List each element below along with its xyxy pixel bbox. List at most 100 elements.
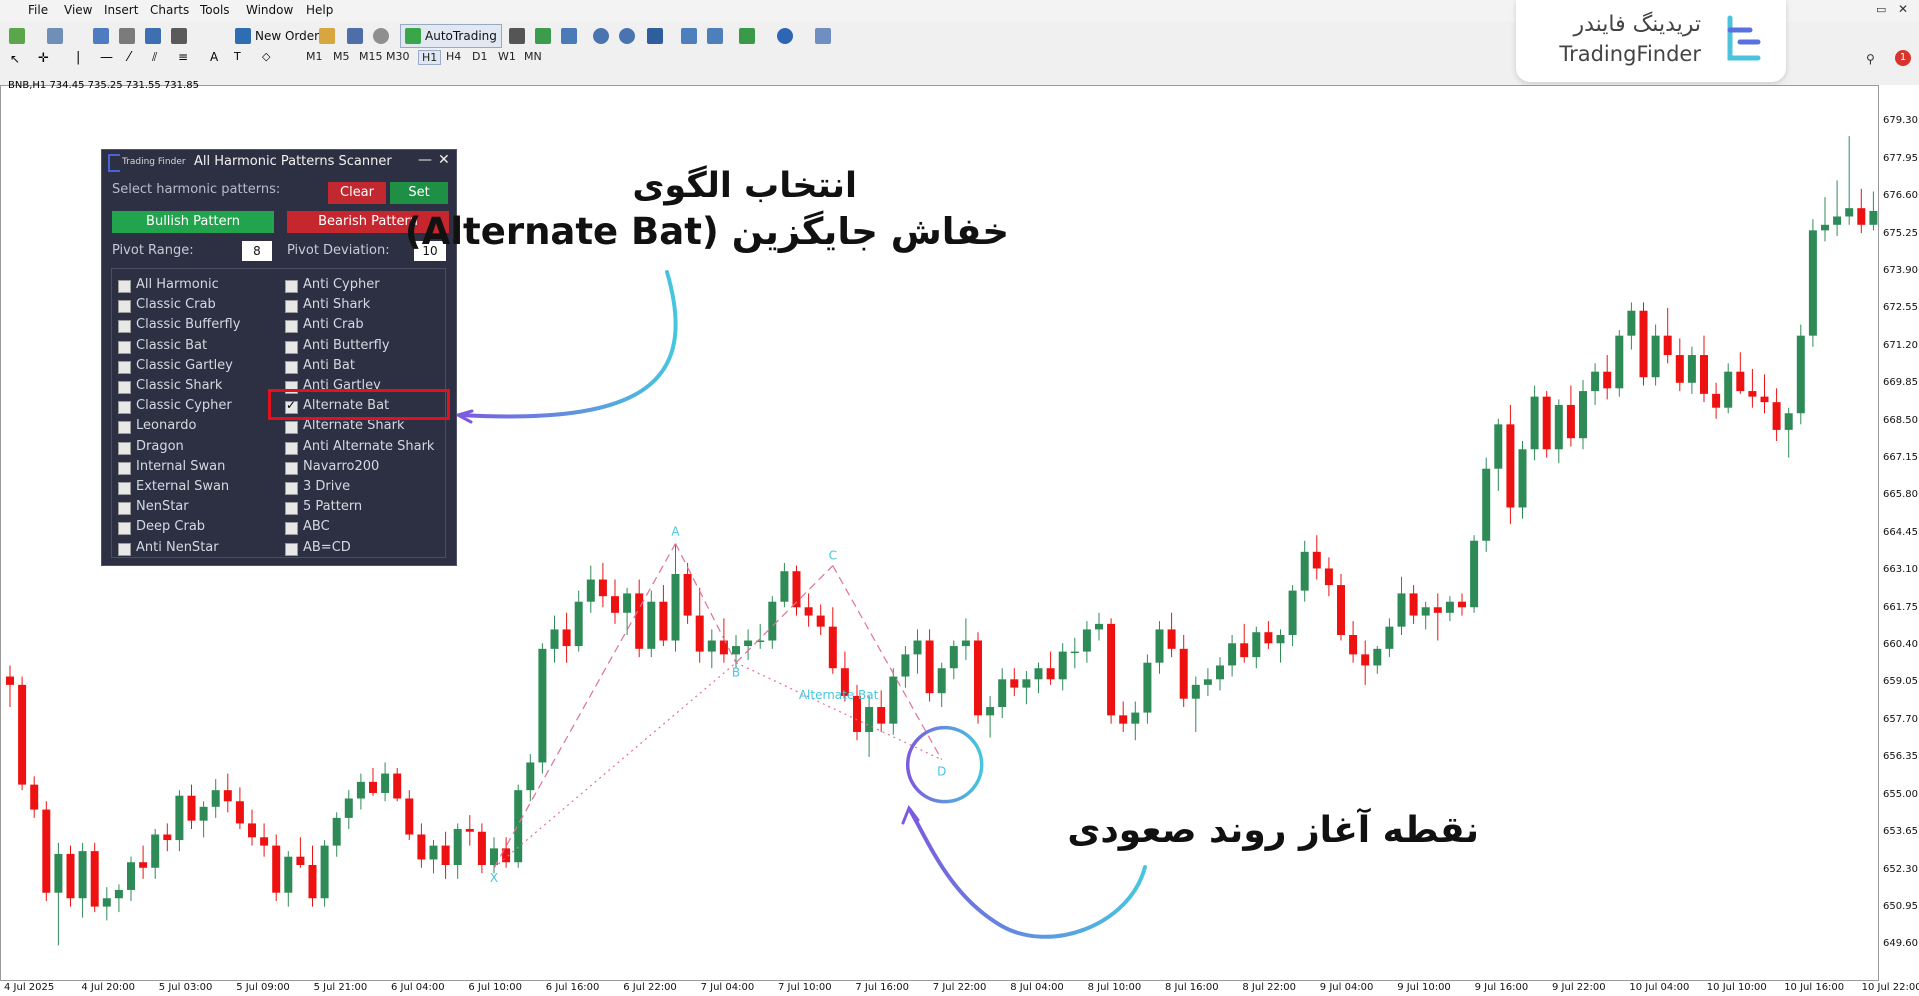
vertical-line-icon[interactable]: | xyxy=(76,50,80,65)
pattern-option[interactable]: Anti Butterfly xyxy=(303,338,390,353)
pattern-checkbox[interactable] xyxy=(285,461,298,475)
fibonacci-icon[interactable]: ≡ xyxy=(178,50,188,64)
pattern-checkbox[interactable] xyxy=(118,441,131,455)
search-icon[interactable]: ⚲ xyxy=(1866,52,1875,66)
chart-shift-button[interactable] xyxy=(680,24,698,48)
menu-help[interactable]: Help xyxy=(306,3,333,17)
pattern-checkbox[interactable] xyxy=(285,482,298,495)
menu-tools[interactable]: Tools xyxy=(200,3,230,17)
pattern-checkbox[interactable] xyxy=(118,401,131,415)
pattern-option[interactable]: Anti Crab xyxy=(303,317,364,332)
pattern-option[interactable]: Classic Shark xyxy=(136,378,222,393)
pattern-checkbox[interactable] xyxy=(118,482,131,495)
pattern-option[interactable]: 3 Drive xyxy=(303,479,350,494)
strategy-tester-button[interactable] xyxy=(318,24,336,48)
pattern-option[interactable]: Anti Shark xyxy=(303,297,370,312)
clear-button[interactable]: Clear xyxy=(328,182,386,204)
new-order-button[interactable]: New Order xyxy=(234,24,320,48)
pattern-checkbox[interactable] xyxy=(285,360,298,374)
pattern-checkbox[interactable] xyxy=(118,320,131,334)
pattern-checkbox[interactable] xyxy=(118,522,131,536)
window-close-icon[interactable]: ✕ xyxy=(1898,2,1908,16)
pattern-checkbox[interactable] xyxy=(285,502,298,516)
text-tool-icon[interactable]: A xyxy=(210,50,218,64)
candlestick-button[interactable] xyxy=(534,24,552,48)
autoscroll-button[interactable] xyxy=(706,24,724,48)
pattern-option[interactable]: Classic Cypher xyxy=(136,398,232,413)
signals-button[interactable] xyxy=(346,24,364,48)
pattern-checkbox[interactable] xyxy=(118,381,131,394)
pattern-checkbox[interactable] xyxy=(285,280,298,293)
pattern-option[interactable]: ABC xyxy=(303,519,330,534)
pattern-option[interactable]: Dragon xyxy=(136,439,184,454)
menu-view[interactable]: View xyxy=(64,3,92,17)
pattern-checkbox[interactable] xyxy=(285,421,298,435)
pattern-option[interactable]: Classic Bat xyxy=(136,338,207,353)
horizontal-line-icon[interactable]: — xyxy=(100,50,113,65)
zoom-in-button[interactable] xyxy=(592,24,610,48)
window-restore-icon[interactable]: ▭ xyxy=(1876,3,1886,16)
crosshair-icon[interactable]: ✛ xyxy=(38,51,49,66)
notification-badge-icon[interactable]: 1 xyxy=(1895,50,1911,66)
pattern-checkbox[interactable] xyxy=(285,441,298,455)
terminal-button[interactable] xyxy=(170,24,188,48)
timeframe-m30[interactable]: M30 xyxy=(386,50,410,63)
pattern-option[interactable]: Internal Swan xyxy=(136,459,225,474)
pattern-checkbox[interactable] xyxy=(118,461,131,475)
pattern-option[interactable]: Classic Bufferfly xyxy=(136,317,240,332)
line-chart-button[interactable] xyxy=(560,24,578,48)
pattern-option[interactable]: Anti NenStar xyxy=(136,540,219,555)
label-tool-icon[interactable]: T xyxy=(234,50,241,63)
pattern-checkbox[interactable] xyxy=(118,300,131,314)
pattern-checkbox[interactable] xyxy=(118,421,131,435)
pattern-checkbox[interactable] xyxy=(118,542,131,556)
pattern-option[interactable]: Alternate Shark xyxy=(303,418,404,433)
autotrading-button[interactable]: AutoTrading xyxy=(400,24,502,48)
pattern-option[interactable]: Leonardo xyxy=(136,418,197,433)
pattern-option[interactable]: All Harmonic xyxy=(136,277,219,292)
pattern-checkbox[interactable] xyxy=(118,340,131,354)
pattern-checkbox[interactable] xyxy=(285,340,298,354)
menu-charts[interactable]: Charts xyxy=(150,3,189,17)
pattern-checkbox[interactable] xyxy=(285,522,298,536)
timeframe-h1[interactable]: H1 xyxy=(418,50,442,65)
periods-button[interactable] xyxy=(776,24,794,48)
pattern-checkbox[interactable] xyxy=(118,360,131,374)
indicators-button[interactable] xyxy=(738,24,756,48)
bar-chart-button[interactable] xyxy=(508,24,526,48)
tile-windows-button[interactable] xyxy=(646,24,664,48)
pattern-option[interactable]: 5 Pattern xyxy=(303,499,362,514)
navigator-button[interactable] xyxy=(118,24,136,48)
pattern-option[interactable]: Classic Crab xyxy=(136,297,216,312)
timeframe-d1[interactable]: D1 xyxy=(472,50,487,63)
zoom-out-button[interactable] xyxy=(618,24,636,48)
pattern-option[interactable]: NenStar xyxy=(136,499,189,514)
shapes-icon[interactable]: ◇ xyxy=(262,50,270,63)
pattern-checkbox[interactable] xyxy=(285,320,298,334)
menu-insert[interactable]: Insert xyxy=(104,3,138,17)
pattern-option[interactable]: AB=CD xyxy=(303,540,351,555)
timeframe-mn[interactable]: MN xyxy=(524,50,542,63)
menu-file[interactable]: File xyxy=(28,3,48,17)
pivot-range-input[interactable]: 8 xyxy=(242,241,272,261)
timeframe-w1[interactable]: W1 xyxy=(498,50,516,63)
panel-close-button[interactable]: ✕ xyxy=(438,152,450,168)
menu-window[interactable]: Window xyxy=(246,3,293,17)
bullish-pattern-button[interactable]: Bullish Pattern xyxy=(112,211,274,233)
pattern-option[interactable]: Navarro200 xyxy=(303,459,379,474)
pattern-checkbox[interactable] xyxy=(118,280,131,293)
pattern-checkbox[interactable] xyxy=(118,502,131,516)
market-watch-button[interactable] xyxy=(92,24,110,48)
pattern-option[interactable]: External Swan xyxy=(136,479,229,494)
set-button[interactable]: Set xyxy=(390,182,448,204)
pattern-checkbox[interactable] xyxy=(285,542,298,556)
cursor-icon[interactable]: ↖ xyxy=(10,52,20,66)
channel-icon[interactable]: ⫽ xyxy=(152,50,157,65)
data-window-button[interactable] xyxy=(144,24,162,48)
timeframe-m5[interactable]: M5 xyxy=(333,50,350,63)
new-chart-button[interactable] xyxy=(8,24,26,48)
pattern-option[interactable]: Anti Cypher xyxy=(303,277,380,292)
timeframe-h4[interactable]: H4 xyxy=(446,50,461,63)
timeframe-m1[interactable]: M1 xyxy=(306,50,323,63)
timeframe-m15[interactable]: M15 xyxy=(359,50,383,63)
